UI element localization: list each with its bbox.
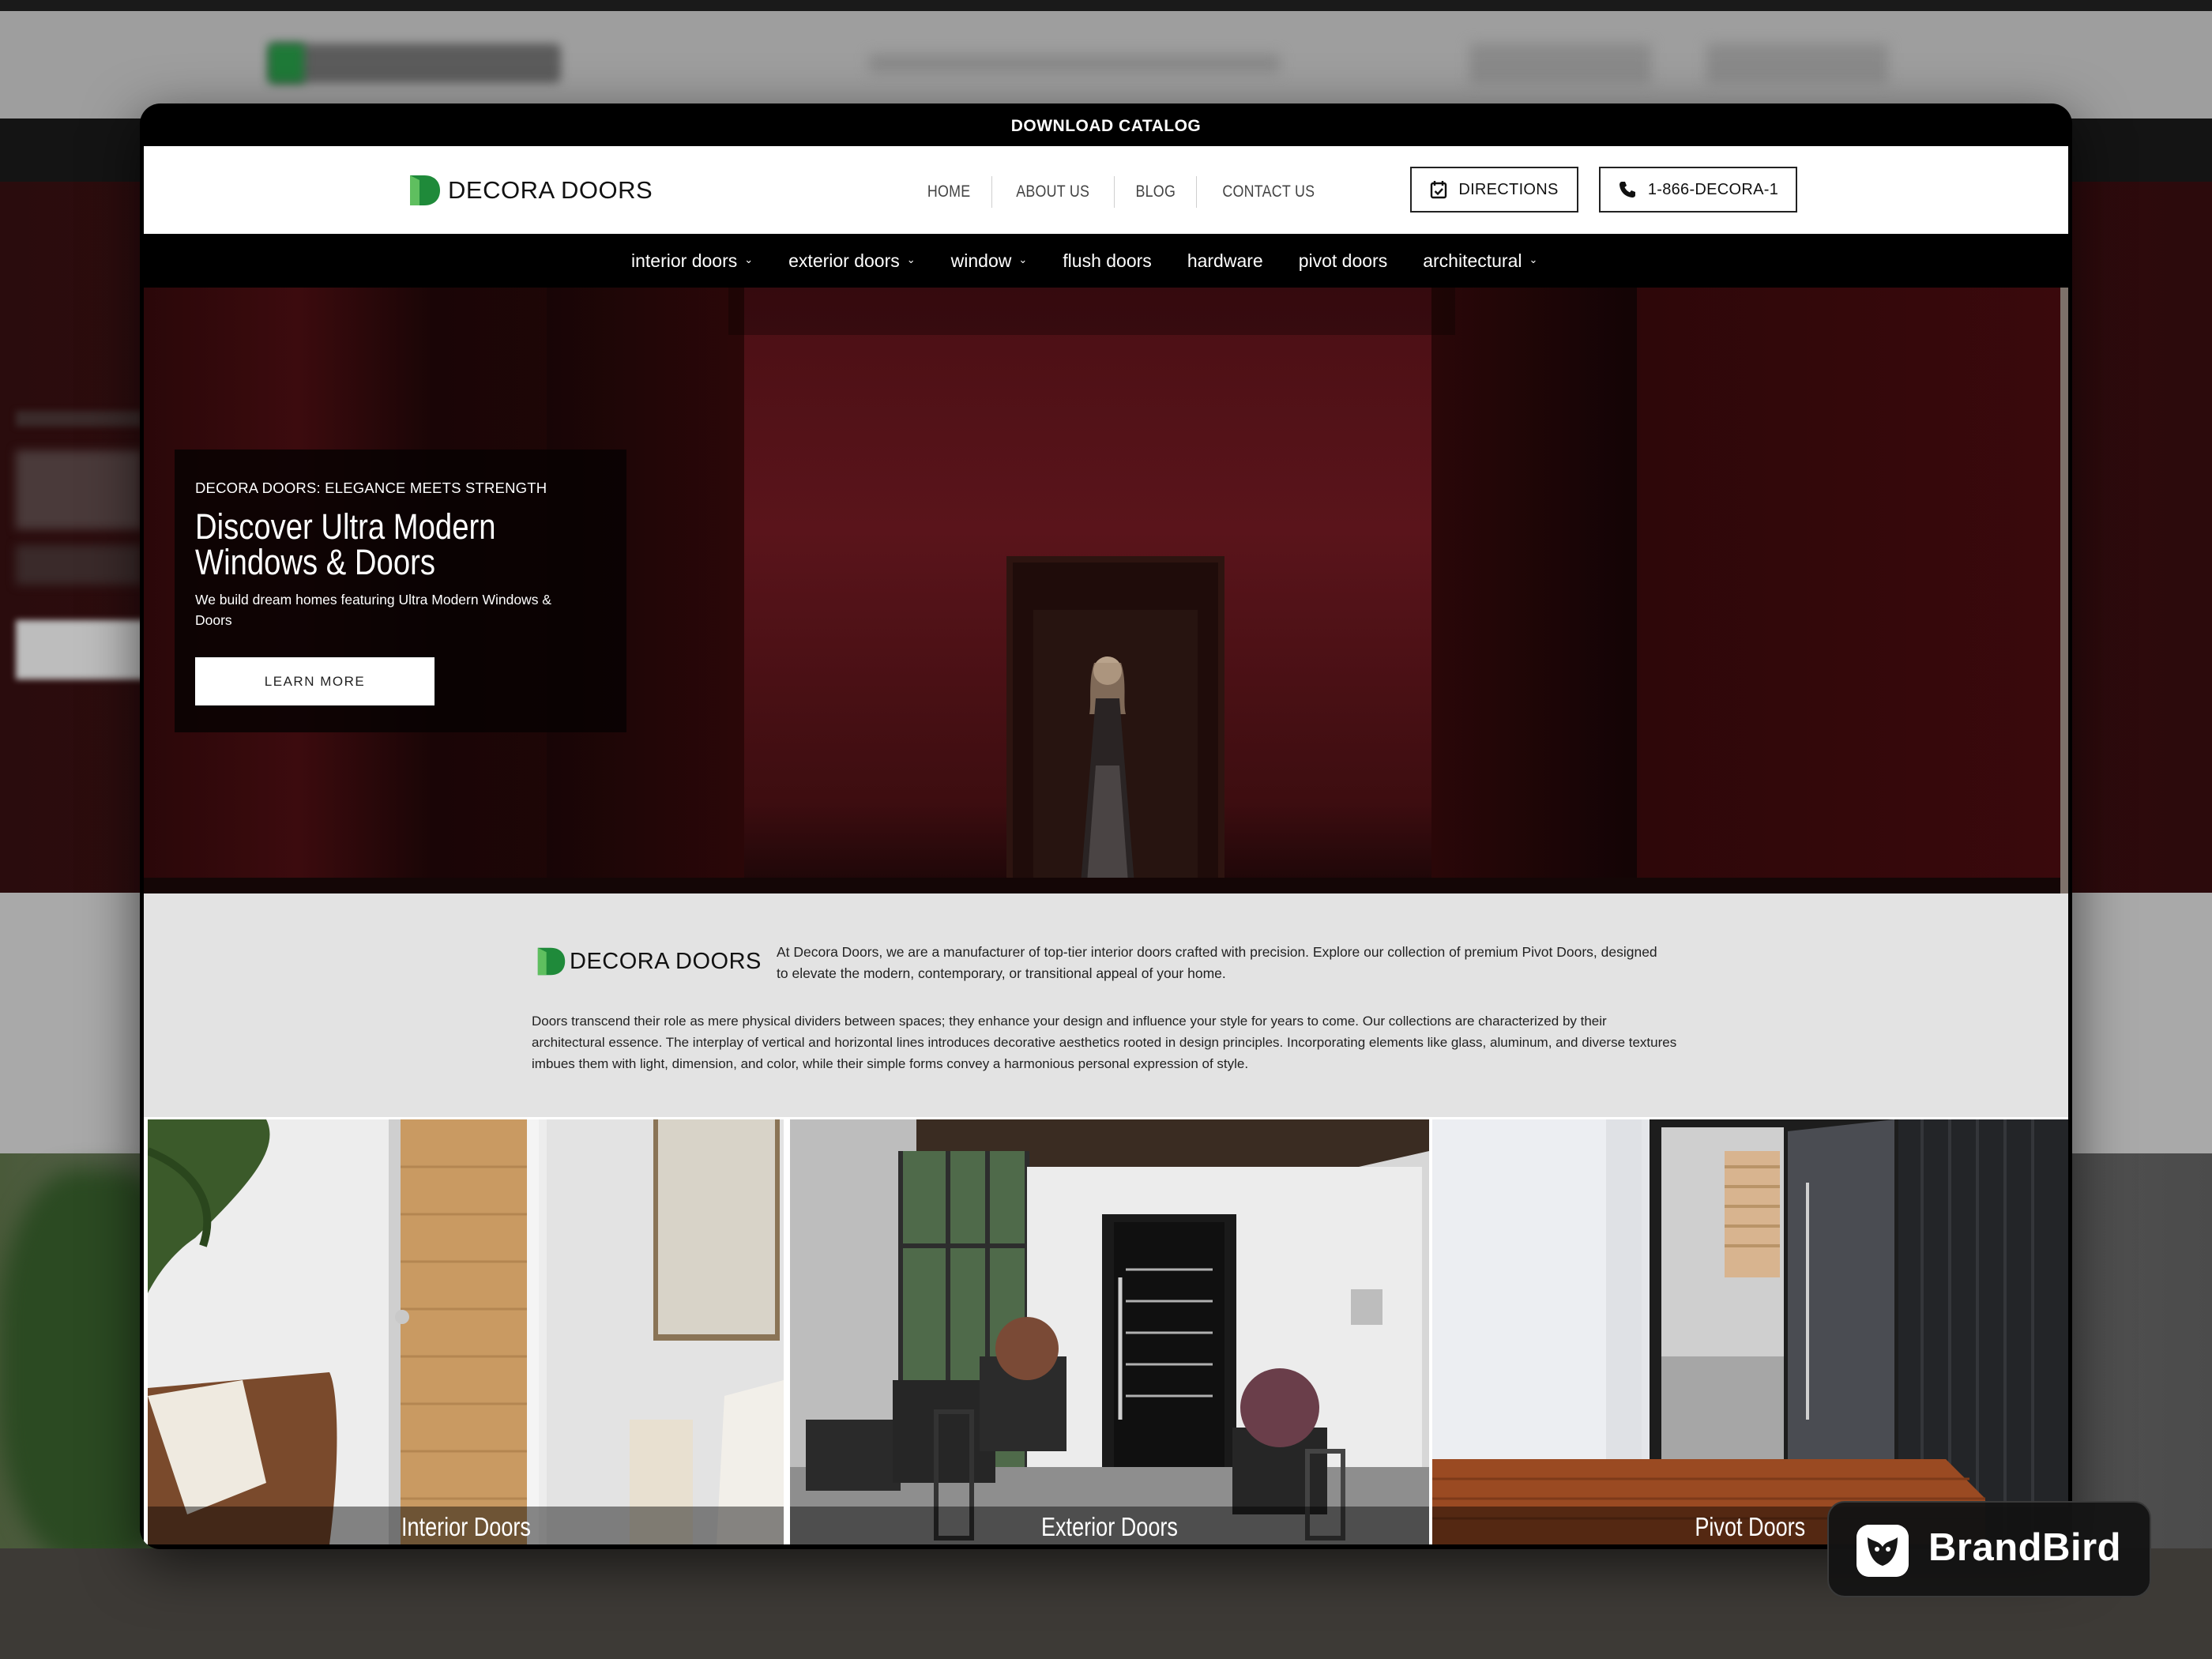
catnav-flush-doors[interactable]: flush doors — [1063, 250, 1152, 272]
catnav-label: flush doors — [1063, 250, 1152, 271]
hero-title-line: Discover Ultra Modern — [195, 506, 496, 547]
directions-button[interactable]: DIRECTIONS — [1410, 167, 1578, 213]
about-body: Doors transcend their role as mere physi… — [532, 1014, 1677, 1071]
catnav-architectural[interactable]: architectural ⌄ — [1423, 250, 1537, 272]
category-cards: Interior Doors Exterior Doors Pivot Door… — [144, 1117, 2068, 1544]
backdrop-button — [1469, 43, 1651, 83]
catnav-label: architectural — [1423, 250, 1522, 271]
nav-contact-us[interactable]: CONTACT US — [1208, 176, 1330, 208]
backdrop-logo — [269, 43, 561, 83]
category-label: Pivot Doors — [1695, 1512, 1806, 1541]
backdrop-topline — [0, 0, 2212, 11]
website-screenshot-card: DOWNLOAD CATALOG DECORA DOORS HOME ABOUT… — [140, 103, 2072, 1549]
logo-text: DECORA DOORS — [570, 948, 762, 974]
hero-title-line: Windows & Doors — [195, 542, 435, 582]
nav-separator — [1196, 176, 1198, 208]
hero-ceiling — [728, 288, 1455, 335]
download-catalog-link[interactable]: DOWNLOAD CATALOG — [140, 103, 2072, 146]
catnav-label: window — [950, 250, 1012, 271]
catnav-interior-doors[interactable]: interior doors ⌄ — [631, 250, 753, 272]
category-card-exterior[interactable]: Exterior Doors — [790, 1119, 1429, 1544]
logo-text: DECORA DOORS — [448, 176, 653, 204]
category-card-pivot[interactable]: Pivot Doors — [1432, 1119, 2068, 1544]
interior-door-photo — [148, 1119, 784, 1544]
about-section: DECORA DOORS At Decora Doors, we are a m… — [144, 893, 2068, 1117]
brandbird-label: BrandBird — [1928, 1526, 2122, 1569]
hero-kicker: DECORA DOORS: ELEGANCE MEETS STRENGTH — [195, 480, 547, 496]
pivot-door-photo — [1432, 1119, 2068, 1544]
about-logo: DECORA DOORS — [536, 946, 762, 977]
catnav-hardware[interactable]: hardware — [1187, 250, 1263, 272]
nav-home[interactable]: HOME — [912, 176, 985, 208]
main-nav: HOME ABOUT US BLOG CONTACT US — [906, 176, 1341, 208]
logo-mark-icon — [537, 947, 566, 976]
category-label: Exterior Doors — [1041, 1512, 1178, 1541]
phone-button[interactable]: 1-866-DECORA-1 — [1599, 167, 1797, 213]
hero-dancer-figure — [1080, 656, 1135, 893]
hero-floor — [144, 878, 2068, 893]
phone-label: 1-866-DECORA-1 — [1647, 180, 1779, 198]
logo-mark-icon — [410, 175, 440, 205]
hero-banner: DECORA DOORS: ELEGANCE MEETS STRENGTH Di… — [144, 288, 2068, 893]
site-header: DECORA DOORS HOME ABOUT US BLOG CONTACT … — [144, 146, 2068, 234]
backdrop-logo-mark — [269, 43, 304, 83]
hero-pillar — [1431, 288, 1637, 893]
backdrop-text — [16, 450, 142, 529]
nav-blog[interactable]: BLOG — [1120, 176, 1190, 208]
directions-label: DIRECTIONS — [1458, 180, 1559, 198]
backdrop-nav — [869, 54, 1280, 73]
chevron-down-icon: ⌄ — [1018, 254, 1028, 265]
calendar-check-icon — [1431, 181, 1447, 199]
category-nav: interior doors ⌄ exterior doors ⌄ window ⌄ … — [144, 234, 2068, 288]
category-caption: Interior Doors — [148, 1507, 784, 1544]
catnav-label: exterior doors — [788, 250, 900, 271]
nav-separator — [991, 176, 993, 208]
backdrop-button — [16, 620, 158, 679]
phone-icon — [1619, 182, 1635, 198]
category-card-interior[interactable]: Interior Doors — [148, 1119, 784, 1544]
hero-subtitle: We build dream homes featuring Ultra Mod… — [195, 592, 551, 628]
catnav-label: pivot doors — [1298, 250, 1388, 271]
chevron-down-icon: ⌄ — [906, 254, 916, 265]
hero-edge — [2060, 288, 2068, 893]
backdrop-text — [16, 411, 142, 427]
site-logo[interactable]: DECORA DOORS — [408, 173, 653, 208]
hero-title: Discover Ultra Modern Windows & Doors — [195, 509, 558, 580]
brandbird-logo-icon — [1856, 1525, 1909, 1577]
website: DECORA DOORS HOME ABOUT US BLOG CONTACT … — [144, 146, 2068, 1544]
catnav-pivot-doors[interactable]: pivot doors — [1299, 250, 1388, 272]
about-intro: At Decora Doors, we are a manufacturer o… — [777, 944, 1657, 981]
catnav-window[interactable]: window ⌄ — [951, 250, 1028, 272]
backdrop-text — [16, 545, 142, 585]
nav-about-us[interactable]: ABOUT US — [1002, 176, 1104, 208]
chevron-down-icon: ⌄ — [744, 254, 754, 265]
catnav-label: interior doors — [631, 250, 738, 271]
category-label: Interior Doors — [401, 1512, 531, 1541]
exterior-door-photo — [790, 1119, 1429, 1544]
catnav-exterior-doors[interactable]: exterior doors ⌄ — [788, 250, 916, 272]
hero-text-panel: DECORA DOORS: ELEGANCE MEETS STRENGTH Di… — [175, 450, 626, 732]
brandbird-badge: BrandBird — [1827, 1501, 2151, 1597]
nav-separator — [1113, 176, 1115, 208]
chevron-down-icon: ⌄ — [1529, 254, 1538, 265]
learn-more-button[interactable]: LEARN MORE — [195, 657, 434, 705]
backdrop-button — [1706, 43, 1888, 83]
catnav-label: hardware — [1187, 250, 1263, 271]
category-caption: Exterior Doors — [790, 1507, 1429, 1544]
